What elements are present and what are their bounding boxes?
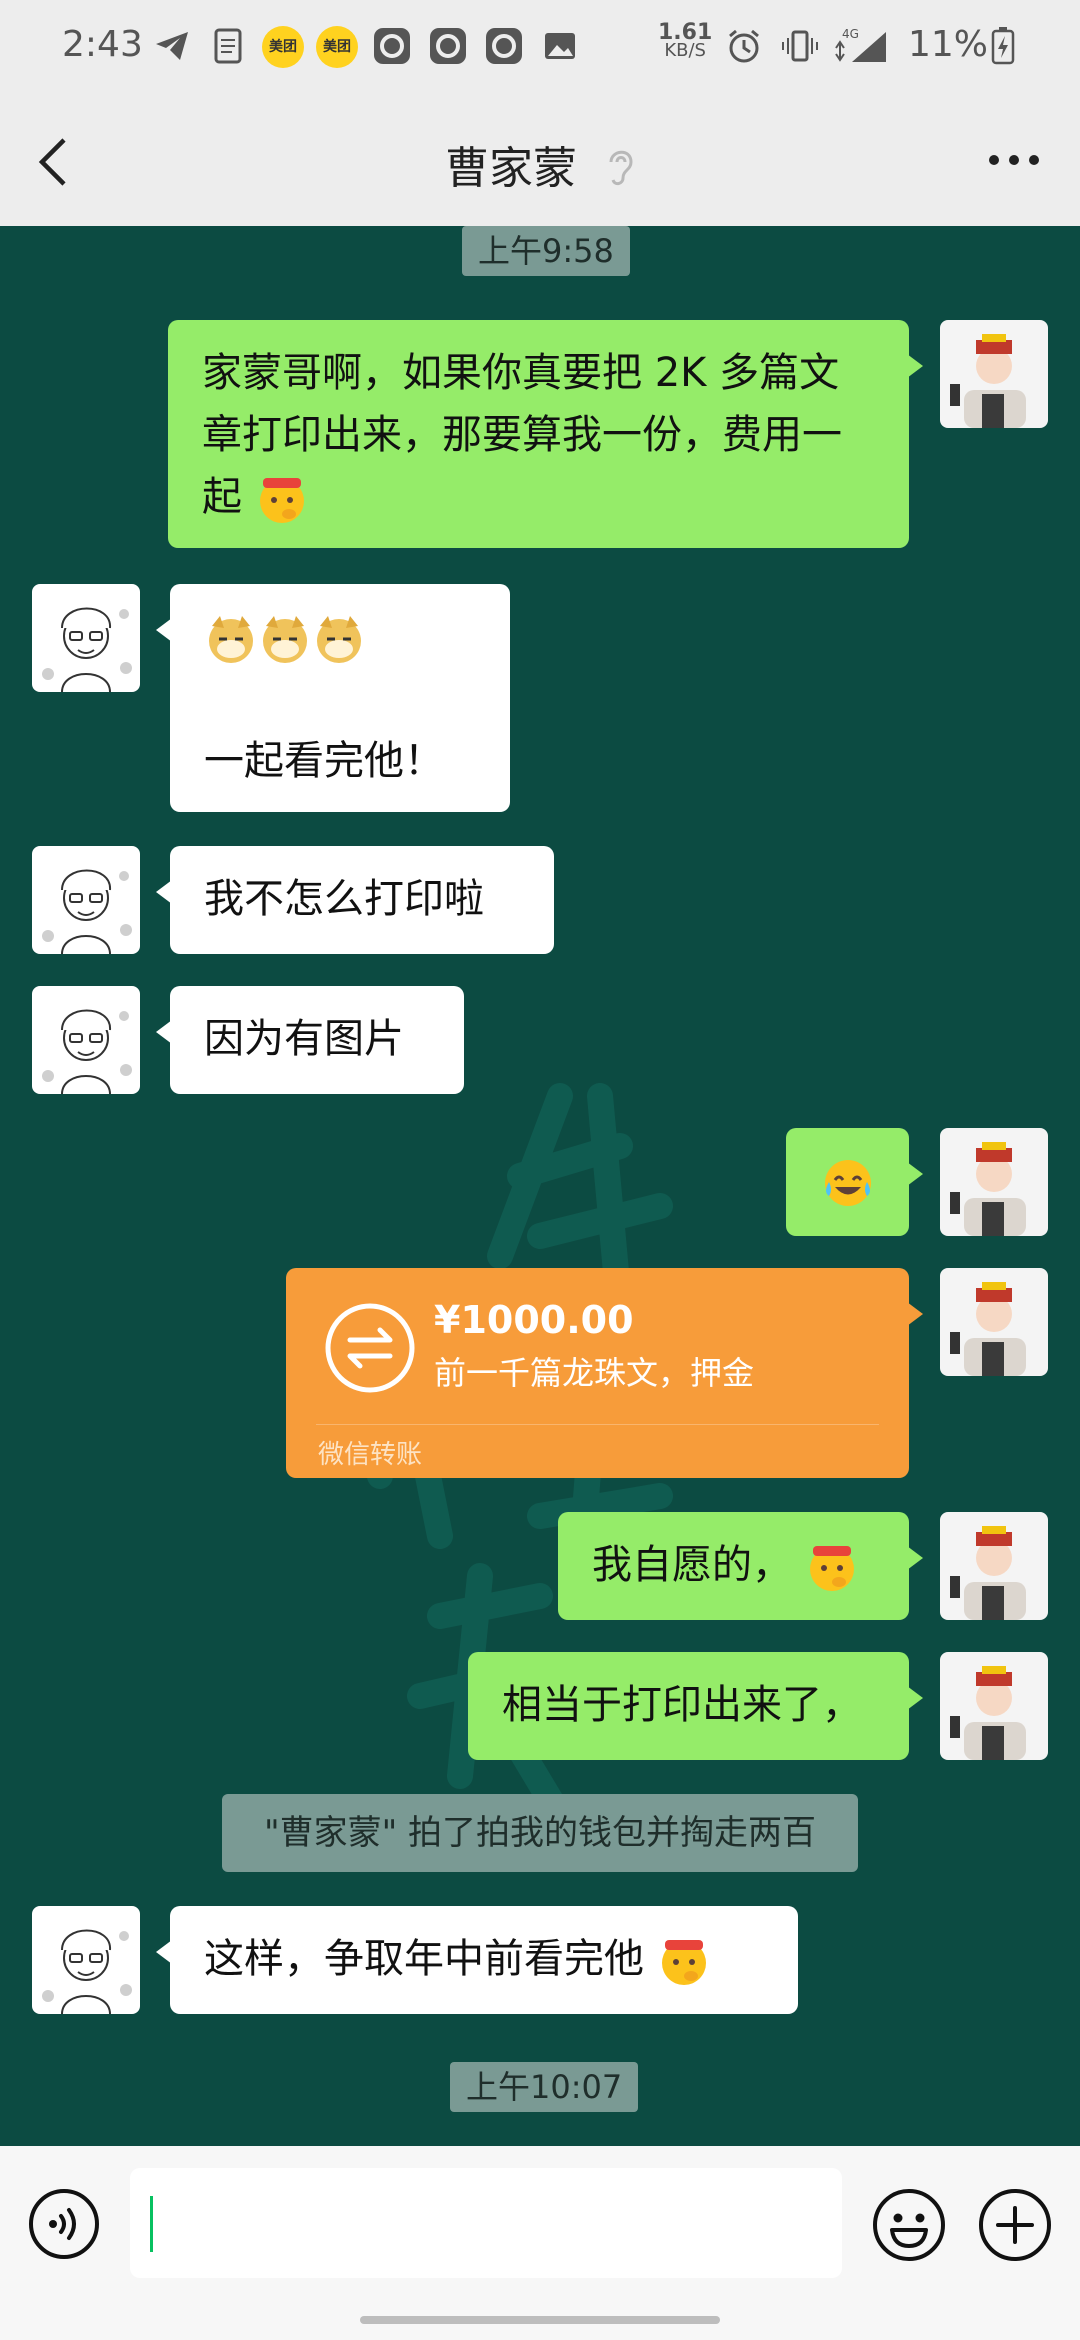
battery-level: 11% — [908, 24, 989, 65]
net-speed-unit: KB/S — [664, 40, 706, 61]
my-avatar[interactable] — [940, 1128, 1048, 1236]
image-icon — [540, 26, 580, 66]
message-bubble-incoming[interactable]: 一起看完他！ — [156, 584, 510, 812]
status-time: 2:43 — [62, 24, 143, 65]
app-icon-3 — [484, 26, 524, 66]
net-speed: 1.61 KB/S — [658, 22, 712, 61]
contact-name: 曹家蒙 — [445, 143, 577, 194]
wechat-transfer-card[interactable]: ¥1000.00 前一千篇龙珠文，押金 微信转账 — [286, 1268, 923, 1478]
meituan-icon-2: 美团 — [316, 26, 358, 68]
app-icon-2 — [428, 26, 468, 66]
doge-emoji-icon — [317, 616, 361, 663]
shush-emoji-icon — [661, 1940, 706, 1985]
transfer-amount: ¥1000.00 — [434, 1298, 634, 1342]
message-bubble-incoming[interactable]: 我不怎么打印啦 — [156, 846, 554, 954]
divider — [316, 1424, 879, 1425]
more-functions-plus-icon[interactable] — [978, 2188, 1052, 2262]
message-input[interactable] — [130, 2168, 842, 2278]
message-text: 这样，争取年中前看完他 — [204, 1936, 644, 1982]
input-bar — [0, 2146, 1080, 2340]
doge-emoji-icon — [263, 616, 307, 663]
my-avatar[interactable] — [940, 1512, 1048, 1620]
message-bubble-outgoing[interactable] — [786, 1128, 923, 1236]
my-avatar[interactable] — [940, 1268, 1048, 1376]
timestamp: 上午10:07 — [450, 2062, 639, 2112]
message-bubble-incoming[interactable]: 这样，争取年中前看完他 — [156, 1906, 798, 2014]
app-icon-1 — [372, 26, 412, 66]
transfer-note: 前一千篇龙珠文，押金 — [434, 1354, 755, 1392]
ear-icon[interactable] — [605, 144, 635, 199]
shush-emoji-icon — [809, 1546, 854, 1591]
timestamp: 上午9:58 — [462, 226, 630, 276]
message-bubble-outgoing[interactable]: 我自愿的， — [558, 1512, 923, 1620]
transfer-label: 微信转账 — [318, 1440, 423, 1470]
doge-emoji-icon — [209, 616, 253, 663]
contact-avatar[interactable] — [32, 986, 140, 1094]
chat-area[interactable]: 上午9:58 家蒙哥啊，如果你真要把 2K 多篇文章打印出来，那要算我一份，费用… — [0, 226, 1080, 2146]
home-indicator[interactable] — [360, 2316, 720, 2324]
contact-avatar[interactable] — [32, 846, 140, 954]
emoji-row — [204, 606, 476, 668]
more-options-icon[interactable] — [984, 150, 1044, 170]
status-bar: 2:43 美团 美团 1.61 KB/S 4G 11% — [0, 0, 1080, 96]
message-bubble-incoming[interactable]: 因为有图片 — [156, 986, 464, 1094]
laughing-tears-emoji-icon — [824, 1160, 871, 1206]
chat-header: 曹家蒙 — [0, 96, 1080, 226]
shush-emoji-icon — [259, 478, 304, 523]
message-text: 一起看完他！ — [204, 738, 444, 784]
voice-input-icon[interactable] — [28, 2188, 100, 2260]
emoji-picker-icon[interactable] — [872, 2188, 946, 2262]
battery-icon — [990, 26, 1016, 66]
contact-avatar[interactable] — [32, 1906, 140, 2014]
message-text: 我自愿的， — [592, 1542, 792, 1588]
chat-title: 曹家蒙 — [0, 132, 1080, 199]
my-avatar[interactable] — [940, 1652, 1048, 1760]
my-avatar[interactable] — [940, 320, 1048, 428]
network-type: 4G — [842, 27, 859, 41]
meituan-icon: 美团 — [262, 26, 304, 68]
document-icon — [208, 26, 248, 66]
alarm-icon — [724, 26, 764, 66]
transfer-icon — [325, 1303, 415, 1393]
vibrate-icon — [780, 26, 820, 66]
pat-notification: "曹家蒙" 拍了拍我的钱包并掏走两百 — [222, 1794, 858, 1872]
message-bubble-outgoing[interactable]: 相当于打印出来了， — [468, 1652, 923, 1760]
telegram-icon — [152, 26, 192, 66]
text-cursor — [150, 2196, 153, 2252]
message-bubble-outgoing[interactable]: 家蒙哥啊，如果你真要把 2K 多篇文章打印出来，那要算我一份，费用一起 — [168, 320, 923, 548]
contact-avatar[interactable] — [32, 584, 140, 692]
signal-icon: 4G — [832, 26, 892, 66]
background-calligraphy — [320, 1056, 840, 1906]
